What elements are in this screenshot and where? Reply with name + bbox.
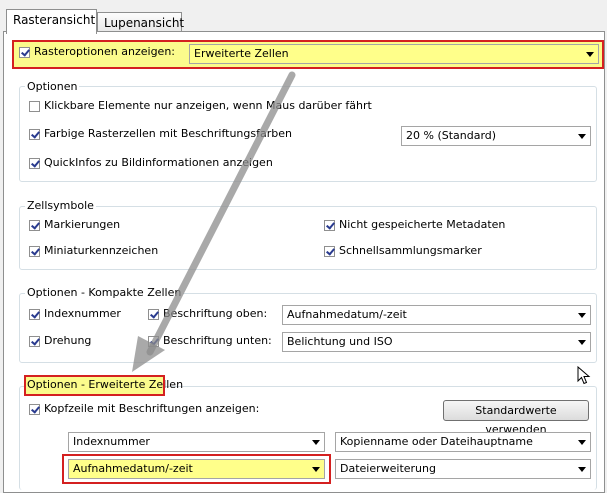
tab-rasteransicht[interactable]: Rasteransicht <box>6 9 97 34</box>
annotation-arrow <box>132 71 296 372</box>
mouse-cursor-icon <box>577 366 591 385</box>
